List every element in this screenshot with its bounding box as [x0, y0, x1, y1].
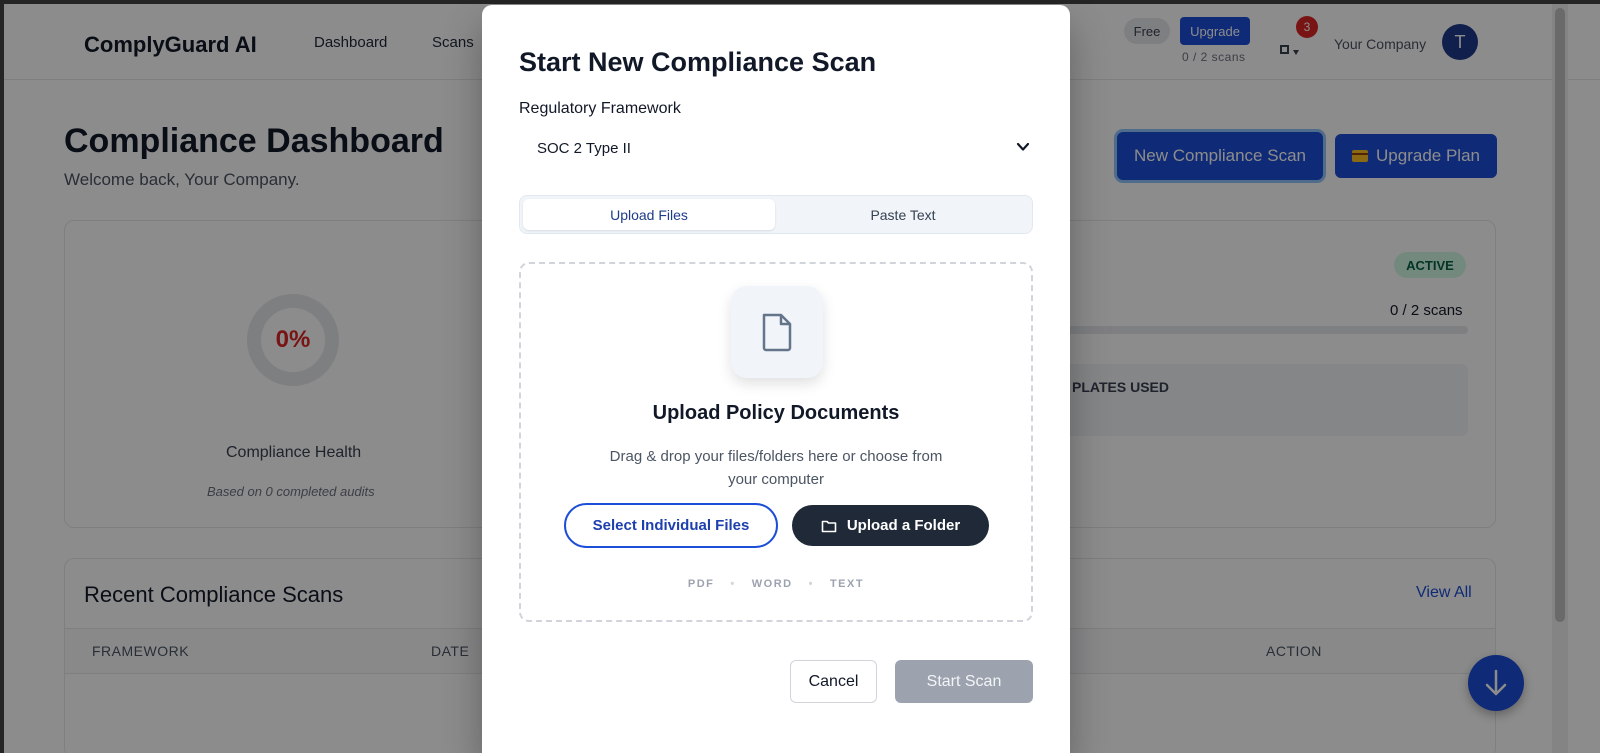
chevron-down-icon [1016, 142, 1030, 151]
upload-folder-label: Upload a Folder [846, 517, 961, 534]
format-word: WORD [751, 578, 793, 590]
start-scan-button[interactable]: Start Scan [895, 660, 1033, 703]
input-mode-tabs: Upload Files Paste Text [519, 195, 1033, 234]
framework-selected-value: SOC 2 Type II [537, 139, 631, 157]
format-pdf: PDF [687, 578, 715, 590]
format-text: TEXT [829, 578, 865, 590]
document-icon [762, 313, 792, 352]
upload-description: Drag & drop your files/folders here or c… [609, 448, 943, 488]
framework-select[interactable]: SOC 2 Type II [519, 129, 1033, 167]
select-individual-files-button[interactable]: Select Individual Files [564, 503, 778, 548]
tab-paste-text[interactable]: Paste Text [777, 199, 1029, 230]
modal-title: Start New Compliance Scan [519, 47, 877, 77]
supported-formats: PDF • WORD • TEXT [482, 578, 1070, 590]
folder-icon [821, 520, 837, 532]
format-separator: • [808, 578, 814, 590]
upload-heading: Upload Policy Documents [652, 402, 900, 424]
upload-folder-button[interactable]: Upload a Folder [792, 505, 989, 546]
format-separator: • [730, 578, 736, 590]
document-tile [731, 286, 823, 378]
tab-upload-files[interactable]: Upload Files [523, 199, 775, 230]
new-scan-modal: Start New Compliance Scan Regulatory Fra… [482, 5, 1070, 753]
cancel-button[interactable]: Cancel [790, 660, 877, 703]
framework-label: Regulatory Framework [519, 100, 681, 117]
